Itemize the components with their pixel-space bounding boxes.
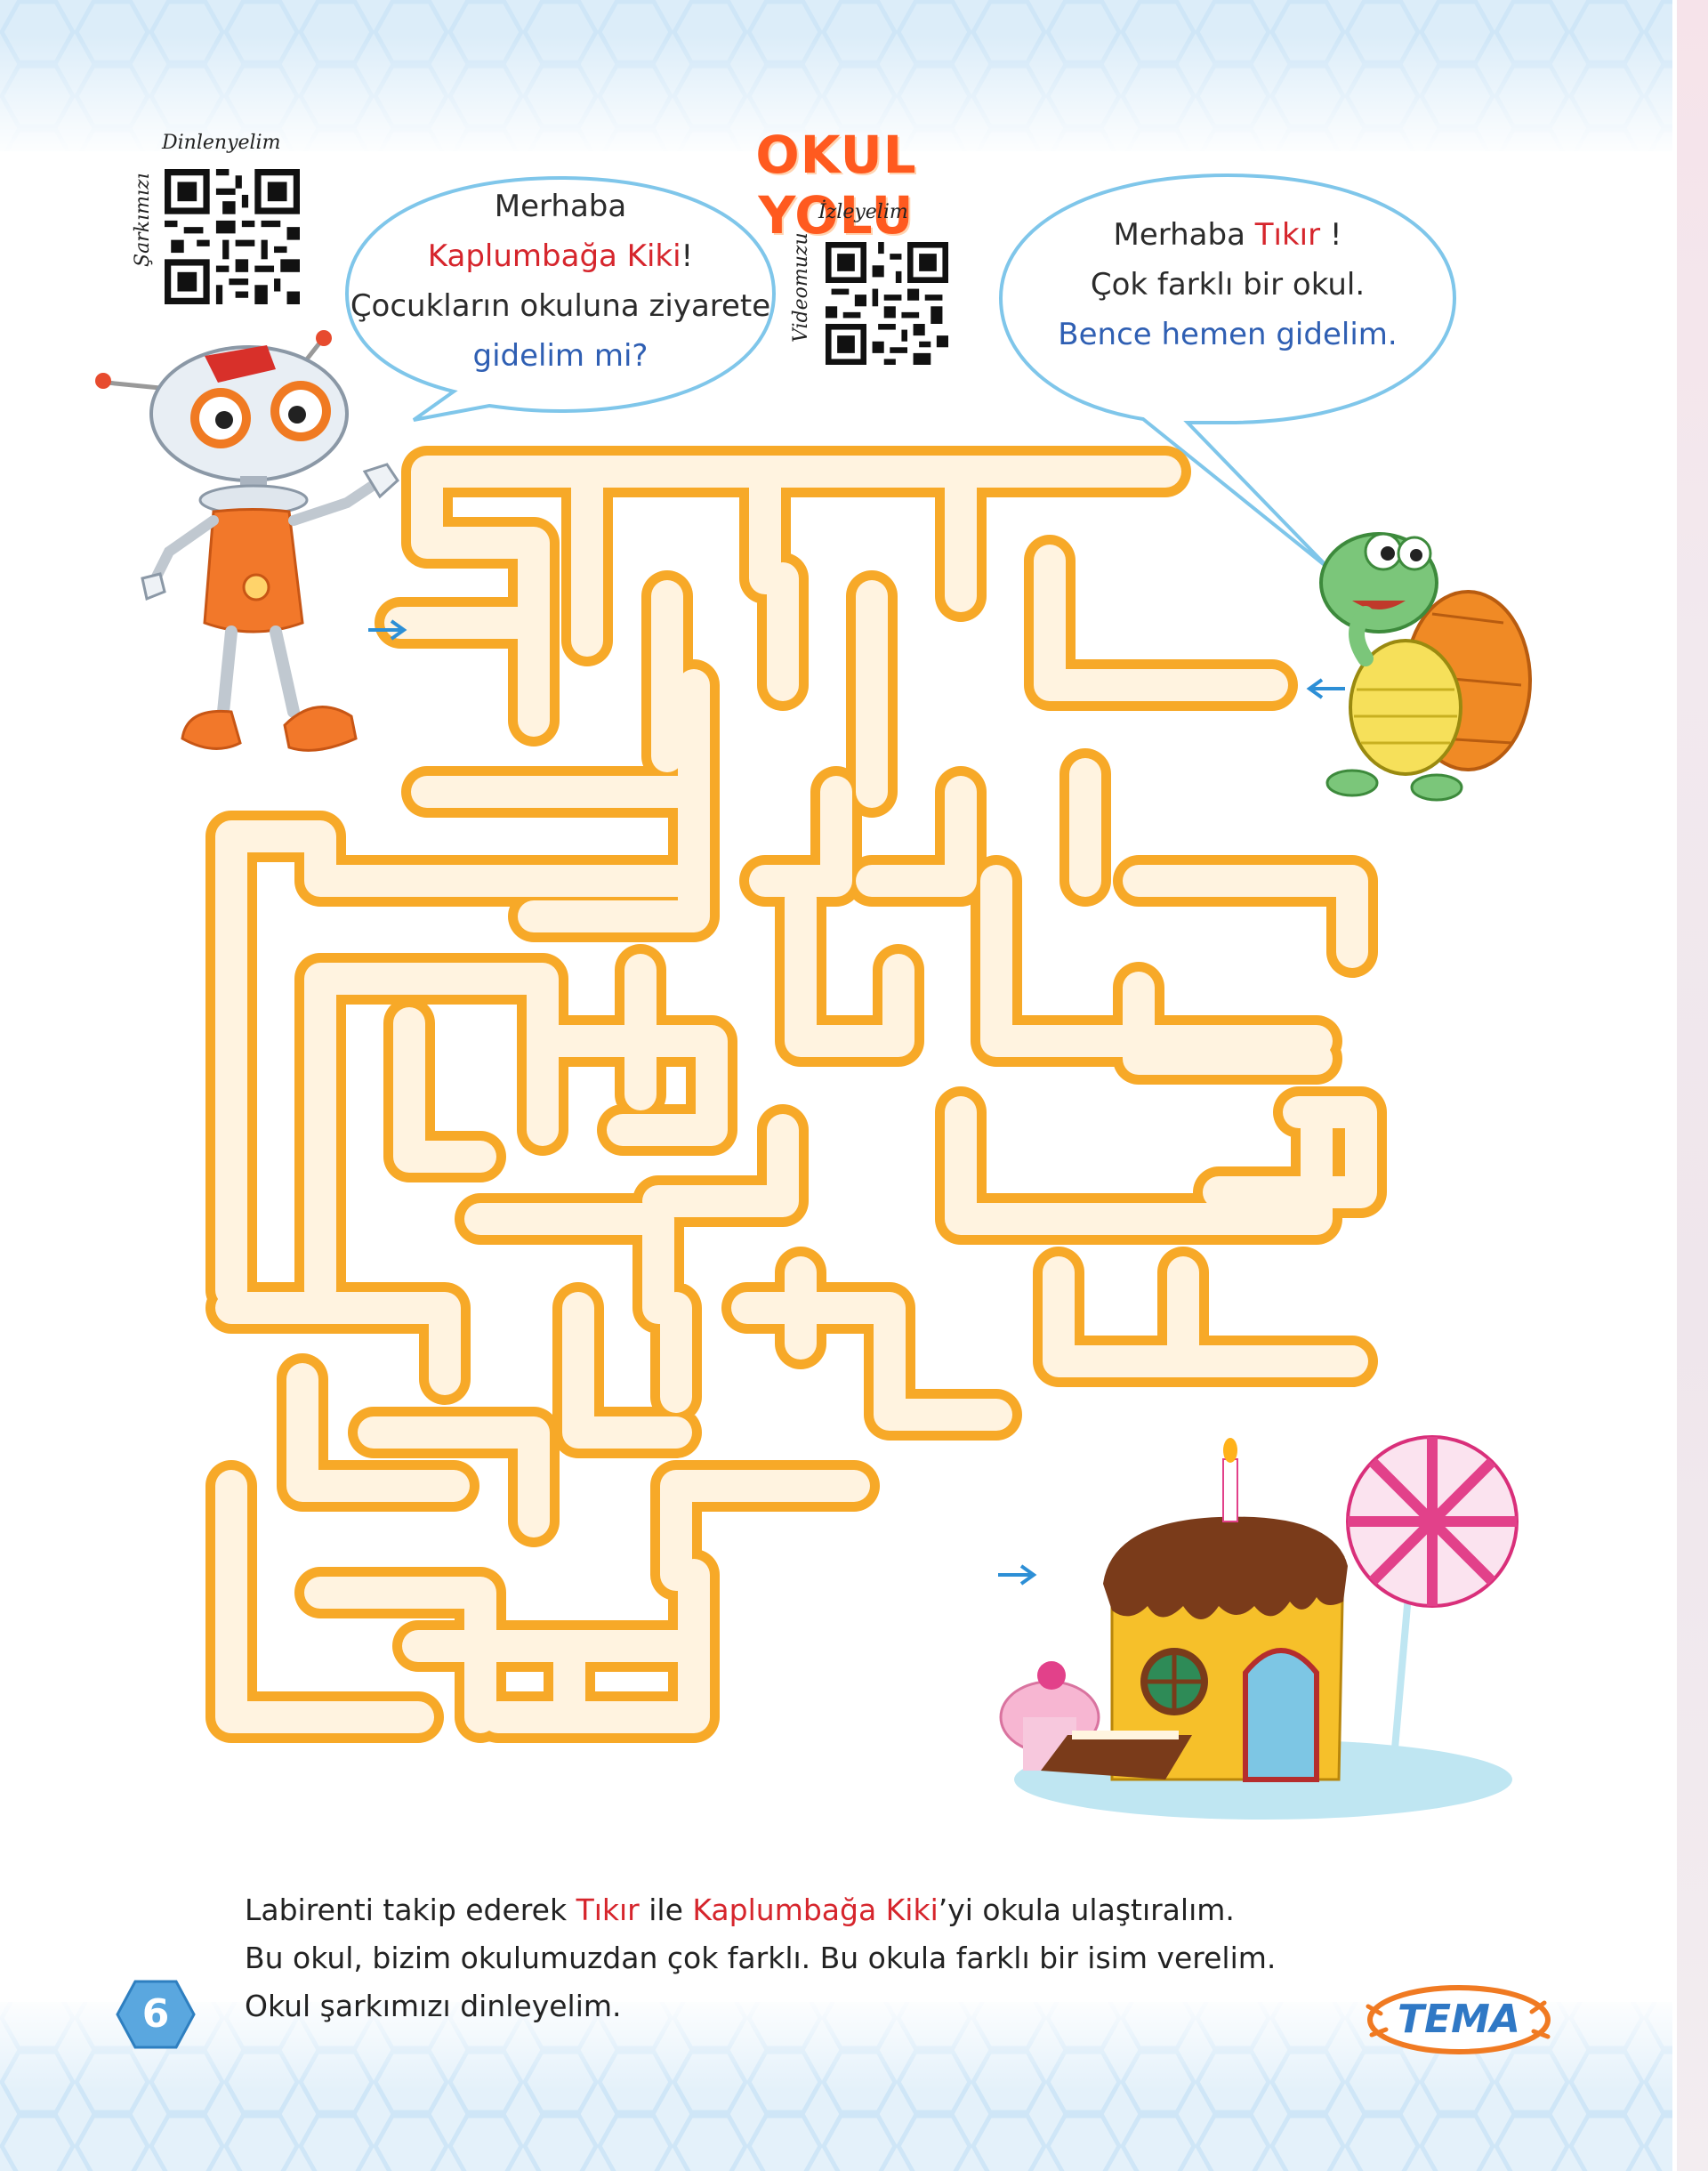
qr-code-icon[interactable] — [165, 169, 300, 304]
speech-right-text: Merhaba Tıkır ! Çok farklı bir okul. Ben… — [1014, 210, 1441, 359]
instruction-line-1: Labirenti takip ederek Tıkır ile Kaplumb… — [245, 1893, 1235, 1927]
tema-badge: TEMA — [1361, 1980, 1557, 2060]
turtle-kiki-icon — [1319, 532, 1532, 802]
qr1-top-label: Dinlenyelim — [162, 132, 281, 154]
page-number-text: 6 — [141, 1991, 170, 2037]
speech-left-line1: Merhaba — [494, 189, 627, 224]
qr-code-icon[interactable] — [826, 242, 948, 365]
page-number: 6 — [116, 1980, 196, 2049]
instructions: Labirenti takip ederek Tıkır ile Kaplumb… — [245, 1886, 1401, 2030]
speech-right-line3: Bence hemen gidelim. — [1058, 317, 1398, 352]
cake-house-icon — [999, 1435, 1519, 1820]
page-edge — [1677, 0, 1708, 2171]
instruction-line-2: Bu okul, bizim okulumuzdan çok farklı. B… — [245, 1941, 1277, 1975]
tema-text: TEMA — [1398, 1997, 1520, 2042]
speech-left-line2: Kaplumbağa Kiki! — [427, 238, 694, 274]
qr1-side-label: Şarkımızı — [132, 173, 154, 267]
speech-right-line2: Çok farklı bir okul. — [1090, 267, 1366, 303]
robot-tikir-icon — [95, 330, 399, 752]
qr2-side-label: Videomuzu — [790, 232, 812, 343]
speech-left-line3: Çocukların okuluna ziyarete — [350, 288, 771, 324]
instruction-line-3: Okul şarkımızı dinleyelim. — [245, 1989, 622, 2023]
speech-right-line1: Merhaba Tıkır ! — [1113, 217, 1342, 253]
qr2-top-label: İzleyelim — [818, 201, 908, 223]
